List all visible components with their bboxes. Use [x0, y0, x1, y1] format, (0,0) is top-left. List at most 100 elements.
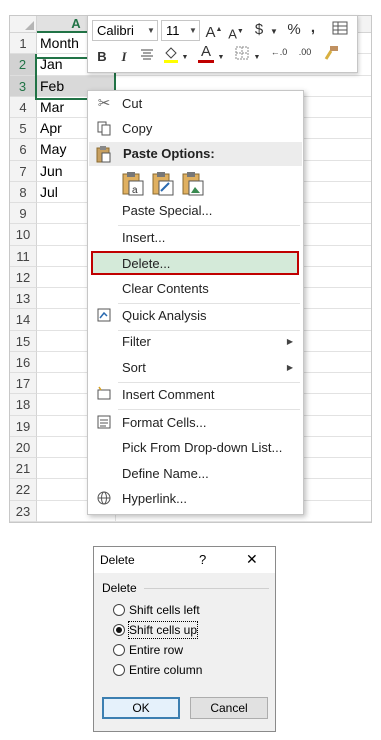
menu-item-sort[interactable]: Sort ▶ [88, 357, 303, 379]
radio-entire-row[interactable] [113, 644, 125, 656]
menu-item-hyperlink[interactable]: Hyperlink... [88, 488, 303, 510]
row-header[interactable]: 11 [10, 245, 37, 267]
currency-button[interactable]: $ [251, 20, 267, 40]
close-icon[interactable]: ✕ [246, 551, 258, 568]
delete-dialog: Delete ? ✕ Delete Shift cells left Shift… [93, 546, 276, 732]
chevron-down-icon[interactable]: ▼ [217, 48, 225, 68]
menu-item-label: Sort [122, 360, 146, 375]
radio-label-shift-cells-left[interactable]: Shift cells left [129, 602, 200, 618]
decrease-decimal-icon[interactable]: .00 [294, 47, 316, 57]
row-header[interactable]: 21 [10, 458, 37, 480]
radio-shift-cells-up[interactable] [113, 624, 125, 636]
font-size-dropdown[interactable]: 11 ▼ [161, 20, 200, 41]
dialog-title-bar: Delete ? ✕ [94, 547, 275, 573]
menu-item-clear-contents[interactable]: Clear Contents [88, 278, 303, 300]
fill-color-icon[interactable] [162, 45, 180, 69]
decrease-font-letter: A [228, 26, 237, 42]
menu-item-copy[interactable]: Copy [88, 118, 303, 140]
menu-item-paste-special[interactable]: Paste Special... [88, 200, 303, 222]
menu-separator [118, 225, 300, 226]
chevron-down-icon: ▼ [147, 26, 155, 35]
menu-item-label: Insert Comment [122, 387, 215, 402]
mini-toolbar: Calibri ▼ 11 ▼ A▲ A▼ $ ▼ % , B I ▼ A ▼ ▼… [87, 15, 358, 73]
menu-item-cut[interactable]: ✂ Cut [88, 93, 303, 115]
comment-icon [95, 386, 113, 404]
percent-button[interactable]: % [284, 20, 304, 40]
font-color-swatch [198, 60, 214, 63]
context-menu: ✂ Cut Copy Paste Options: a Paste Specia… [87, 90, 304, 515]
row-header[interactable]: 4 [10, 96, 37, 118]
row-header[interactable]: 15 [10, 330, 37, 352]
menu-item-label: Insert... [122, 230, 166, 245]
row-header[interactable]: 19 [10, 415, 37, 437]
menu-item-format-cells[interactable]: Format Cells... [88, 412, 303, 434]
menu-item-label: Copy [122, 121, 153, 136]
decrease-font-icon[interactable]: A▼ [227, 22, 245, 44]
row-header[interactable]: 10 [10, 224, 37, 246]
italic-button[interactable]: I [118, 47, 130, 67]
menu-item-filter[interactable]: Filter ▶ [88, 331, 303, 353]
increase-font-icon[interactable]: A▲ [204, 20, 224, 43]
row-header[interactable]: 1 [10, 33, 37, 55]
select-all-corner[interactable] [10, 16, 37, 33]
ok-button[interactable]: OK [102, 697, 180, 719]
row-header[interactable]: 9 [10, 203, 37, 225]
menu-item-label: Quick Analysis [122, 308, 207, 323]
radio-label-entire-row[interactable]: Entire row [129, 642, 183, 658]
comma-style-button[interactable]: , [306, 18, 320, 38]
menu-item-insert[interactable]: Insert... [88, 227, 303, 249]
chevron-down-icon[interactable]: ▼ [181, 48, 189, 68]
row-header[interactable]: 7 [10, 160, 37, 182]
borders-icon[interactable] [233, 46, 251, 66]
menu-item-quick-analysis[interactable]: Quick Analysis [88, 305, 303, 327]
font-name-dropdown[interactable]: Calibri ▼ [92, 20, 158, 41]
row-header[interactable]: 3 [10, 75, 37, 97]
quick-analysis-icon [95, 307, 113, 325]
menu-item-label: Filter [122, 334, 151, 349]
radio-shift-cells-left[interactable] [113, 604, 125, 616]
row-header[interactable]: 2 [10, 54, 37, 76]
radio-label-shift-cells-up[interactable]: Shift cells up [127, 621, 199, 639]
row-header[interactable]: 18 [10, 394, 37, 416]
chevron-down-icon: ▼ [189, 26, 197, 35]
scissors-icon: ✂ [97, 95, 111, 112]
row-header[interactable]: 5 [10, 118, 37, 140]
menu-item-define-name[interactable]: Define Name... [88, 463, 303, 485]
menu-separator [118, 382, 300, 383]
row-header[interactable]: 13 [10, 288, 37, 310]
paste-formulas-icon[interactable] [151, 171, 175, 197]
paste-icon[interactable]: a [121, 171, 145, 197]
row-header[interactable]: 20 [10, 436, 37, 458]
menu-item-delete[interactable]: Delete... [88, 253, 303, 275]
menu-separator [118, 303, 300, 304]
row-header[interactable]: 17 [10, 373, 37, 395]
row-header[interactable]: 23 [10, 500, 37, 522]
menu-item-pick-from-dropdown[interactable]: Pick From Drop-down List... [88, 437, 303, 459]
row-header[interactable]: 12 [10, 266, 37, 288]
menu-item-label: Cut [122, 96, 143, 111]
bold-button[interactable]: B [95, 47, 109, 67]
font-color-icon[interactable]: A [198, 44, 214, 63]
chevron-down-icon[interactable]: ▼ [253, 48, 261, 68]
row-header[interactable]: 6 [10, 139, 37, 161]
menu-item-insert-comment[interactable]: Insert Comment [88, 384, 303, 406]
cancel-button[interactable]: Cancel [190, 697, 268, 719]
format-painter-icon[interactable] [321, 44, 341, 68]
paste-options-label: Paste Options: [123, 146, 215, 161]
dialog-title: Delete [100, 553, 135, 567]
format-table-icon[interactable] [329, 20, 351, 42]
radio-entire-column[interactable] [113, 664, 125, 676]
row-header[interactable]: 8 [10, 181, 37, 203]
help-button[interactable]: ? [199, 552, 206, 567]
row-header[interactable]: 22 [10, 479, 37, 501]
chevron-down-icon[interactable]: ▼ [269, 22, 279, 42]
menu-item-label: Paste Special... [122, 203, 213, 218]
increase-decimal-icon[interactable]: ←.0 [268, 47, 290, 57]
paste-picture-icon[interactable] [181, 171, 205, 197]
radio-label-entire-column[interactable]: Entire column [129, 662, 202, 678]
align-icon[interactable] [138, 47, 156, 67]
row-header[interactable]: 16 [10, 351, 37, 373]
menu-item-label: Clear Contents [122, 281, 209, 296]
row-header[interactable]: 14 [10, 309, 37, 331]
increase-font-letter: A [205, 24, 216, 41]
